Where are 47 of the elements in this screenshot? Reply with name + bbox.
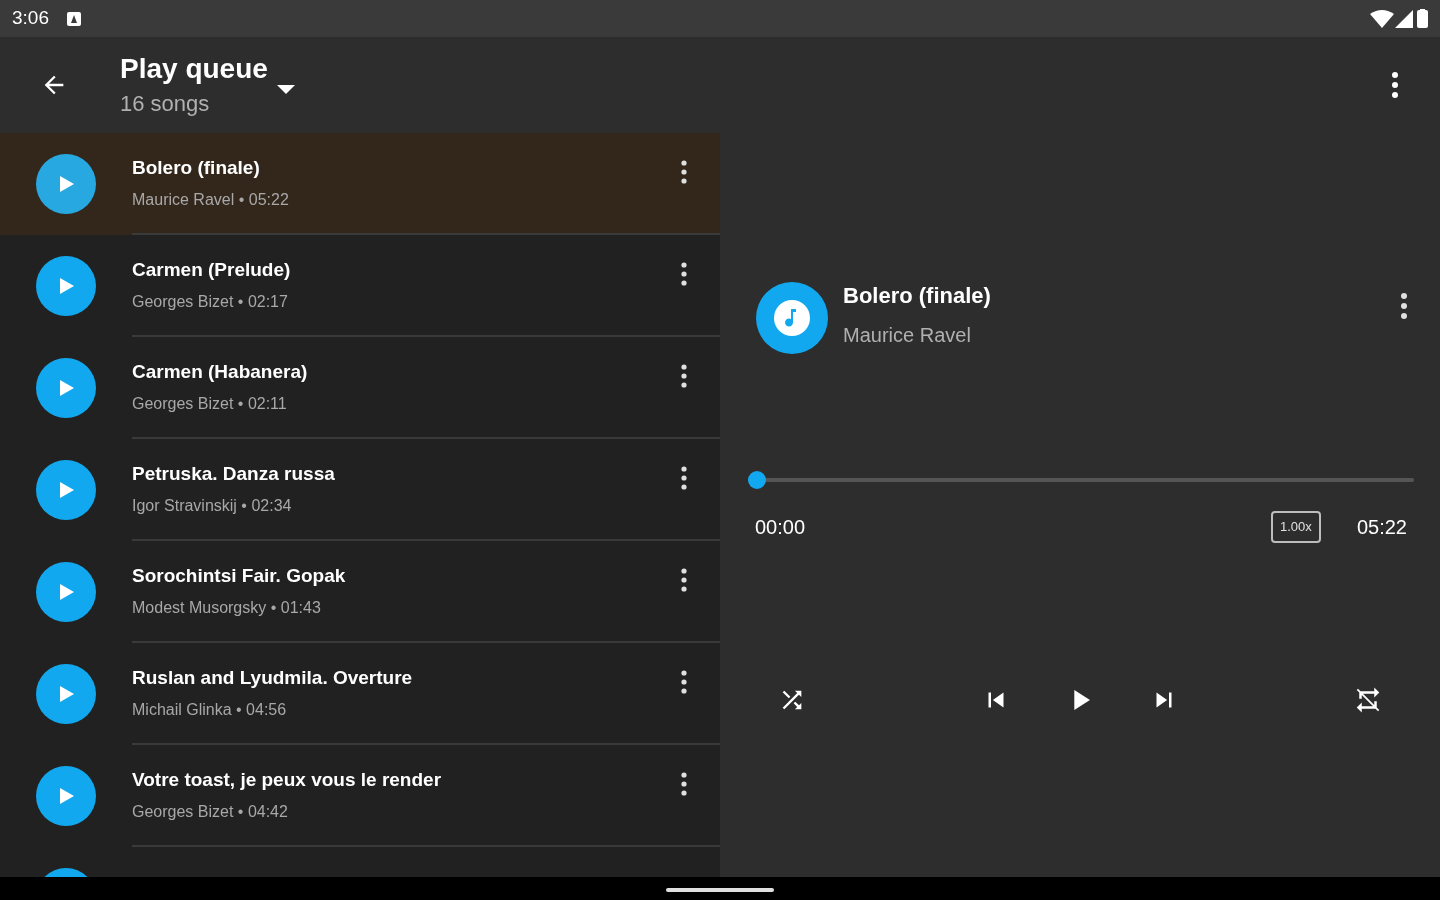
song-title: Bolero (finale) bbox=[132, 156, 261, 180]
play-track-button[interactable] bbox=[36, 664, 96, 724]
total-duration: 05:22 bbox=[1356, 515, 1407, 540]
home-handle[interactable] bbox=[666, 888, 774, 892]
music-note-icon bbox=[774, 300, 810, 336]
play-track-button[interactable] bbox=[36, 358, 96, 418]
more-vertical-icon bbox=[681, 568, 687, 592]
play-track-button[interactable] bbox=[36, 154, 96, 214]
more-vertical-icon bbox=[681, 364, 687, 388]
battery-icon bbox=[1417, 9, 1428, 28]
more-vertical-icon bbox=[681, 466, 687, 490]
elapsed-time: 00:00 bbox=[755, 515, 806, 540]
playback-speed-button[interactable]: 1.00x bbox=[1270, 511, 1321, 543]
status-time: 3:06 bbox=[12, 6, 49, 31]
track-artist: Maurice Ravel bbox=[843, 323, 972, 348]
track-title: Bolero (finale) bbox=[843, 282, 991, 310]
notification-icon bbox=[67, 11, 81, 26]
song-title: Carmen (Prelude) bbox=[132, 258, 291, 282]
signal-icon bbox=[1395, 9, 1413, 28]
more-vertical-icon bbox=[681, 262, 687, 286]
song-subtitle: Maurice Ravel • 05:22 bbox=[132, 190, 289, 210]
play-track-button[interactable] bbox=[36, 256, 96, 316]
play-track-button[interactable] bbox=[36, 460, 96, 520]
play-track-button[interactable] bbox=[36, 766, 96, 826]
wifi-icon bbox=[1370, 9, 1394, 28]
queue-row[interactable]: Bolero (finale) Maurice Ravel • 05:22 bbox=[0, 133, 720, 235]
more-vertical-icon bbox=[1392, 72, 1398, 98]
song-subtitle: Modest Musorgsky • 01:43 bbox=[132, 598, 322, 618]
seek-bar[interactable] bbox=[748, 471, 1414, 489]
song-title: Sorochintsi Fair. Gopak bbox=[132, 564, 346, 588]
song-subtitle: Igor Stravinskij • 02:34 bbox=[132, 496, 293, 516]
song-subtitle: Georges Bizet • 04:42 bbox=[132, 802, 289, 822]
more-vertical-icon bbox=[681, 670, 687, 694]
screen-title: Play queue bbox=[120, 52, 268, 86]
song-title: Votre toast, je peux vous le render bbox=[132, 768, 442, 792]
song-title: Petruska. Danza russa bbox=[132, 462, 335, 486]
play-track-button[interactable] bbox=[36, 562, 96, 622]
song-title: Carmen (Habanera) bbox=[132, 360, 308, 384]
song-count: 16 songs bbox=[120, 90, 211, 118]
song-subtitle: Georges Bizet • 02:17 bbox=[132, 292, 289, 312]
song-title: Ruslan and Lyudmila. Overture bbox=[132, 666, 413, 690]
dropdown-caret-icon[interactable] bbox=[277, 83, 295, 95]
song-subtitle: Michail Glinka • 04:56 bbox=[132, 700, 288, 720]
more-vertical-icon bbox=[1401, 293, 1407, 319]
more-vertical-icon bbox=[681, 772, 687, 796]
more-vertical-icon bbox=[681, 160, 687, 184]
song-subtitle: Georges Bizet • 02:11 bbox=[132, 394, 288, 414]
